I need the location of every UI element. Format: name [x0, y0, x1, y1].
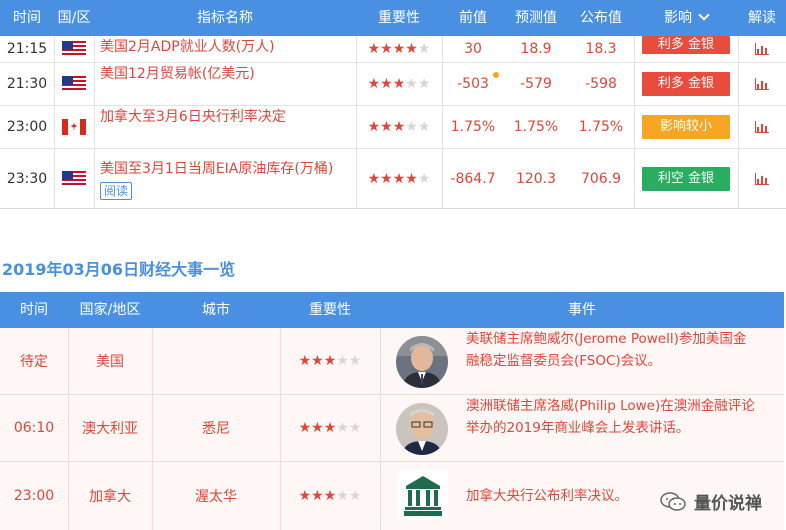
header-country: 国/区 [57, 10, 91, 26]
header-time: 时间 [20, 302, 48, 318]
wechat-icon [660, 491, 686, 512]
importance-stars: ★★★★★ [367, 41, 431, 57]
impact-badge: 利多 金银 [642, 72, 730, 96]
person-photo [396, 336, 448, 388]
us-flag-icon [62, 41, 86, 57]
impact-badge: 利空 金银 [642, 167, 730, 191]
header-importance: 重要性 [378, 10, 420, 26]
event-description-line: 美联储主席鲍威尔(Jerome Powell)参加美国金 [466, 331, 747, 347]
event-time: 23:00 [13, 488, 55, 504]
impact-badge: 利多 金银 [642, 36, 730, 54]
forecast-value: 1.75% [513, 119, 559, 135]
importance-stars: ★★★★★ [367, 171, 431, 187]
importance-stars: ★★★★★ [367, 119, 431, 135]
row-time: 23:00 [6, 119, 48, 135]
actual-value: 706.9 [580, 171, 622, 187]
previous-value: -503 [457, 76, 489, 92]
forecast-value: 18.9 [520, 41, 552, 57]
event-row: 待定 美国 ★★★★★ 美联储主席鲍威尔(Jerome Powell)参加美国金… [0, 328, 784, 395]
indicator-name[interactable]: 加拿大至3月6日央行利率决定 [100, 106, 286, 126]
event-country: 加拿大 [89, 489, 131, 505]
indicator-name[interactable]: 美国2月ADP就业人数(万人) [100, 36, 275, 56]
impact-badge: 影响较小 [642, 115, 730, 139]
forecast-value: 120.3 [515, 171, 557, 187]
importance-stars: ★★★★★ [298, 353, 362, 369]
watermark: 量价说禅 [660, 489, 762, 514]
indicator-name[interactable]: 美国12月贸易帐(亿美元) [100, 63, 255, 83]
us-flag-icon [62, 171, 86, 187]
event-description-line: 澳洲联储主席洛威(Philip Lowe)在澳洲金融评论 [466, 398, 755, 414]
bar-chart-icon[interactable] [755, 121, 769, 133]
header-analysis: 解读 [748, 10, 776, 26]
event-time: 06:10 [13, 420, 55, 436]
actual-value: 18.3 [585, 41, 617, 57]
canada-flag-icon [62, 119, 86, 135]
indicator-name[interactable]: 美国至3月1日当周EIA原油库存(万桶) [100, 158, 333, 178]
actual-value: -598 [585, 76, 617, 92]
row-time: 21:30 [6, 76, 48, 92]
importance-stars: ★★★★★ [367, 76, 431, 92]
person-photo [396, 403, 448, 455]
bar-chart-icon[interactable] [755, 43, 769, 55]
row-time: 21:15 [6, 41, 48, 57]
header-importance: 重要性 [309, 302, 351, 318]
event-description-line: 加拿大央行公布利率决议。 [466, 488, 628, 504]
event-city: 渥太华 [195, 489, 237, 505]
table-row: 23:30 美国至3月1日当周EIA原油库存(万桶) 阅读 ★★★★★ -864… [0, 149, 786, 209]
header-impact: 影响 [664, 10, 692, 26]
previous-value: 30 [464, 41, 482, 57]
us-flag-icon [62, 76, 86, 92]
actual-value: 1.75% [578, 119, 624, 135]
bar-chart-icon[interactable] [755, 173, 769, 185]
table-row: 21:30 美国12月贸易帐(亿美元) ★★★★★ -503 -579 -598… [0, 63, 786, 106]
header-country-region: 国家/地区 [79, 302, 141, 318]
row-time: 23:30 [6, 171, 48, 187]
importance-stars: ★★★★★ [298, 488, 362, 504]
calendar-header: 时间 国/区 指标名称 重要性 前值 预测值 公布值 影响 解读 [0, 0, 786, 36]
event-time: 待定 [20, 354, 48, 370]
header-city: 城市 [202, 302, 230, 318]
importance-stars: ★★★★★ [298, 420, 362, 436]
revision-dot [493, 72, 499, 78]
events-header: 时间 国家/地区 城市 重要性 事件 [0, 292, 784, 328]
header-previous: 前值 [459, 10, 487, 26]
table-row: 21:15 美国2月ADP就业人数(万人) ★★★★★ 30 18.9 18.3… [0, 36, 786, 63]
chevron-down-icon [698, 9, 710, 21]
section-title: 2019年03月06日财经大事一览 [2, 260, 236, 279]
calendar-body: 21:15 美国2月ADP就业人数(万人) ★★★★★ 30 18.9 18.3… [0, 36, 786, 209]
bar-chart-icon[interactable] [755, 78, 769, 90]
event-row: 06:10 澳大利亚 悉尼 ★★★★★ 澳洲联储主席洛威(Philip Lowe… [0, 395, 784, 462]
previous-value: 1.75% [450, 119, 496, 135]
event-country: 美国 [96, 354, 124, 370]
table-row: 23:00 加拿大至3月6日央行利率决定 ★★★★★ 1.75% 1.75% 1… [0, 106, 786, 149]
read-tag[interactable]: 阅读 [100, 182, 133, 200]
watermark-text: 量价说禅 [694, 494, 762, 514]
event-description-line: 举办的2019年商业峰会上发表讲话。 [466, 420, 690, 436]
header-event: 事件 [568, 302, 596, 318]
event-city [152, 328, 280, 394]
bank-of-canada-logo [398, 470, 448, 520]
header-actual: 公布值 [580, 10, 622, 26]
forecast-value: -579 [520, 76, 552, 92]
event-city: 悉尼 [202, 421, 230, 437]
header-time: 时间 [13, 10, 41, 26]
header-forecast: 预测值 [515, 10, 557, 26]
header-indicator: 指标名称 [197, 10, 253, 26]
impact-filter-dropdown[interactable]: 影响 [634, 0, 738, 36]
event-description-line: 融稳定监督委员会(FSOC)会议。 [466, 353, 662, 369]
event-country: 澳大利亚 [82, 421, 138, 437]
previous-value: -864.7 [450, 171, 496, 187]
